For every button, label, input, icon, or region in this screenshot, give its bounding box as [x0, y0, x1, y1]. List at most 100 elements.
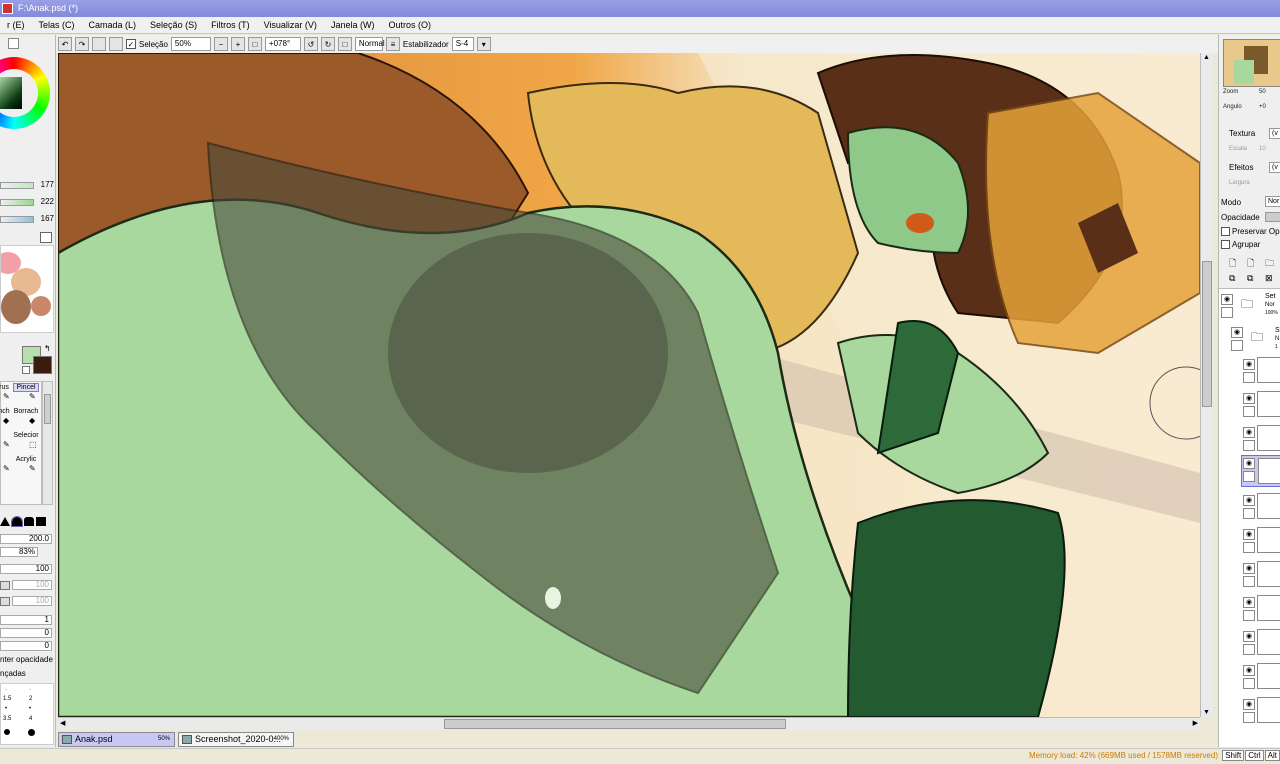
dilution-toggle-icon[interactable] [0, 597, 10, 606]
brush-persistence-field[interactable]: 1 [0, 615, 52, 625]
nav-angle-value[interactable]: +0 [1259, 104, 1266, 110]
brush-shape-triangle-icon[interactable] [0, 517, 10, 526]
saturation-slider[interactable] [0, 199, 34, 206]
layer-opacity-slider[interactable] [1265, 212, 1280, 222]
scroll-down-icon[interactable]: ▼ [1203, 709, 1210, 716]
layer-lock-icon[interactable] [1221, 307, 1233, 318]
layer-row-selected[interactable]: ◉ [1241, 455, 1280, 487]
layer-lock-icon[interactable] [1243, 406, 1255, 417]
selection-checkbox[interactable]: ✓ [126, 39, 136, 49]
tab-screenshot[interactable]: Screenshot_2020-0... 400% [178, 732, 294, 747]
tool-grid-scrollbar[interactable] [42, 381, 53, 505]
merge-down-icon[interactable]: ⧉ [1229, 273, 1235, 284]
layer-lock-icon[interactable] [1243, 440, 1255, 451]
maintain-opacity-label[interactable]: nter opacidade [0, 655, 53, 664]
visibility-eye-icon[interactable]: ◉ [1231, 327, 1243, 338]
layer-lock-icon[interactable] [1243, 372, 1255, 383]
layer-lock-icon[interactable] [1243, 712, 1255, 723]
layer-subfolder-name[interactable]: S [1275, 327, 1280, 334]
effects-select[interactable]: (v [1269, 162, 1280, 173]
visibility-eye-icon[interactable]: ◉ [1243, 529, 1255, 540]
invert-selection-icon[interactable] [109, 37, 123, 51]
visibility-eye-icon[interactable]: ◉ [1243, 393, 1255, 404]
rotate-right-icon[interactable]: ↻ [320, 37, 335, 51]
brush-blending-field[interactable]: 100 [12, 580, 52, 590]
canvas-horizontal-scroll-thumb[interactable] [444, 719, 786, 729]
zoom-reset-icon[interactable]: □ [247, 37, 262, 51]
blend-mode-select[interactable]: Normal [354, 37, 385, 51]
scratchpad-options-icon[interactable] [40, 232, 52, 243]
menu-outros[interactable]: Outros (O) [381, 17, 438, 34]
saturation-value-square[interactable] [0, 77, 22, 109]
swap-colors-icon[interactable]: ↰ [44, 344, 51, 353]
visibility-eye-icon[interactable]: ◉ [1243, 665, 1255, 676]
texture-scale-value[interactable]: 10 [1259, 146, 1266, 152]
layer-lock-icon[interactable] [1243, 610, 1255, 621]
ctrl-key[interactable]: Ctrl [1245, 750, 1264, 761]
brush-shape-square-icon[interactable] [36, 517, 46, 526]
menu-filtros[interactable]: Filtros (T) [204, 17, 257, 34]
layer-lock-icon[interactable] [1243, 576, 1255, 587]
blending-toggle-icon[interactable] [0, 581, 10, 590]
stabilizer-select[interactable]: S-4 [451, 37, 474, 51]
visibility-eye-icon[interactable]: ◉ [1221, 294, 1233, 305]
brush-lock-icon[interactable] [1243, 471, 1255, 482]
secondary-color-swatch[interactable] [33, 356, 52, 374]
scroll-left-icon[interactable]: ◀ [60, 719, 65, 727]
delete-layer-icon[interactable]: ⊠ [1265, 273, 1273, 284]
preserve-opacity-checkbox[interactable] [1221, 227, 1230, 236]
color-wheel[interactable] [0, 57, 50, 129]
visibility-eye-icon[interactable]: ◉ [1243, 597, 1255, 608]
tip-size-4[interactable]: 4 [29, 716, 32, 722]
zoom-field[interactable]: 50% [170, 37, 211, 51]
alt-key[interactable]: Alt [1264, 750, 1280, 761]
menu-edit[interactable]: r (E) [0, 17, 32, 34]
layer-lock-icon[interactable] [1243, 678, 1255, 689]
deselect-icon[interactable] [92, 37, 106, 51]
brush-tip-size-grid[interactable]: · · 1.5 2 • • 3.5 4 [0, 683, 54, 745]
visibility-eye-icon[interactable]: ◉ [1243, 631, 1255, 642]
texture-select[interactable]: (v [1269, 128, 1280, 139]
layer-folder-name[interactable]: Set [1265, 293, 1276, 300]
menu-selecao[interactable]: Seleção (S) [143, 17, 204, 34]
pincel-tool[interactable]: Pincel [13, 383, 39, 392]
menu-camada[interactable]: Camada (L) [82, 17, 144, 34]
new-linework-layer-icon[interactable]: 🗋 [1247, 256, 1254, 272]
layer-mode-select[interactable]: Nor [1265, 196, 1280, 207]
menu-visualizar[interactable]: Visualizar (V) [257, 17, 324, 34]
acrylic-tool[interactable]: Acrylic [13, 456, 39, 463]
canvas-horizontal-scrollbar[interactable]: ◀ ▶ [58, 717, 1200, 730]
advanced-settings-label[interactable]: nçadas [0, 669, 26, 678]
layer-lock-icon[interactable] [1243, 508, 1255, 519]
tab-anak[interactable]: Anak.psd 50% [58, 732, 175, 747]
layer-lock-icon[interactable] [1231, 340, 1243, 351]
brush-shape-round-icon[interactable] [11, 516, 23, 527]
scratchpad[interactable] [0, 245, 54, 333]
zoom-in-icon[interactable]: + [230, 37, 245, 51]
scroll-up-icon[interactable]: ▲ [1203, 54, 1210, 61]
angle-field[interactable]: +078° [264, 37, 301, 51]
scroll-right-icon[interactable]: ▶ [1193, 719, 1198, 727]
transparent-color-icon[interactable] [22, 366, 30, 374]
eraser-tool[interactable]: Borrach [13, 408, 39, 415]
menu-janela[interactable]: Janela (W) [324, 17, 382, 34]
brush-param-b-field[interactable]: 0 [0, 641, 52, 651]
navigator-thumbnail[interactable] [1223, 39, 1280, 87]
canvas-vertical-scroll-thumb[interactable] [1202, 261, 1212, 407]
copy-layer-icon[interactable]: ⧉ [1247, 273, 1253, 284]
undo-icon[interactable]: ↶ [58, 37, 72, 51]
brush-shape-flat-icon[interactable] [24, 517, 34, 526]
value-slider[interactable] [0, 216, 34, 223]
visibility-eye-icon[interactable]: ◉ [1243, 563, 1255, 574]
visibility-eye-icon[interactable]: ◉ [1243, 458, 1255, 469]
canvas[interactable] [58, 53, 1200, 717]
tip-size-1-5[interactable]: 1.5 [3, 696, 11, 702]
brush-size-field[interactable]: 200.0 [0, 534, 52, 544]
brush-param-a-field[interactable]: 0 [0, 628, 52, 638]
visibility-eye-icon[interactable]: ◉ [1243, 495, 1255, 506]
hue-slider[interactable] [0, 182, 34, 189]
tip-size-3-5[interactable]: 3.5 [3, 716, 11, 722]
layer-lock-icon[interactable] [1243, 542, 1255, 553]
menu-telas[interactable]: Telas (C) [32, 17, 82, 34]
brush-dilution-field[interactable]: 100 [12, 596, 52, 606]
